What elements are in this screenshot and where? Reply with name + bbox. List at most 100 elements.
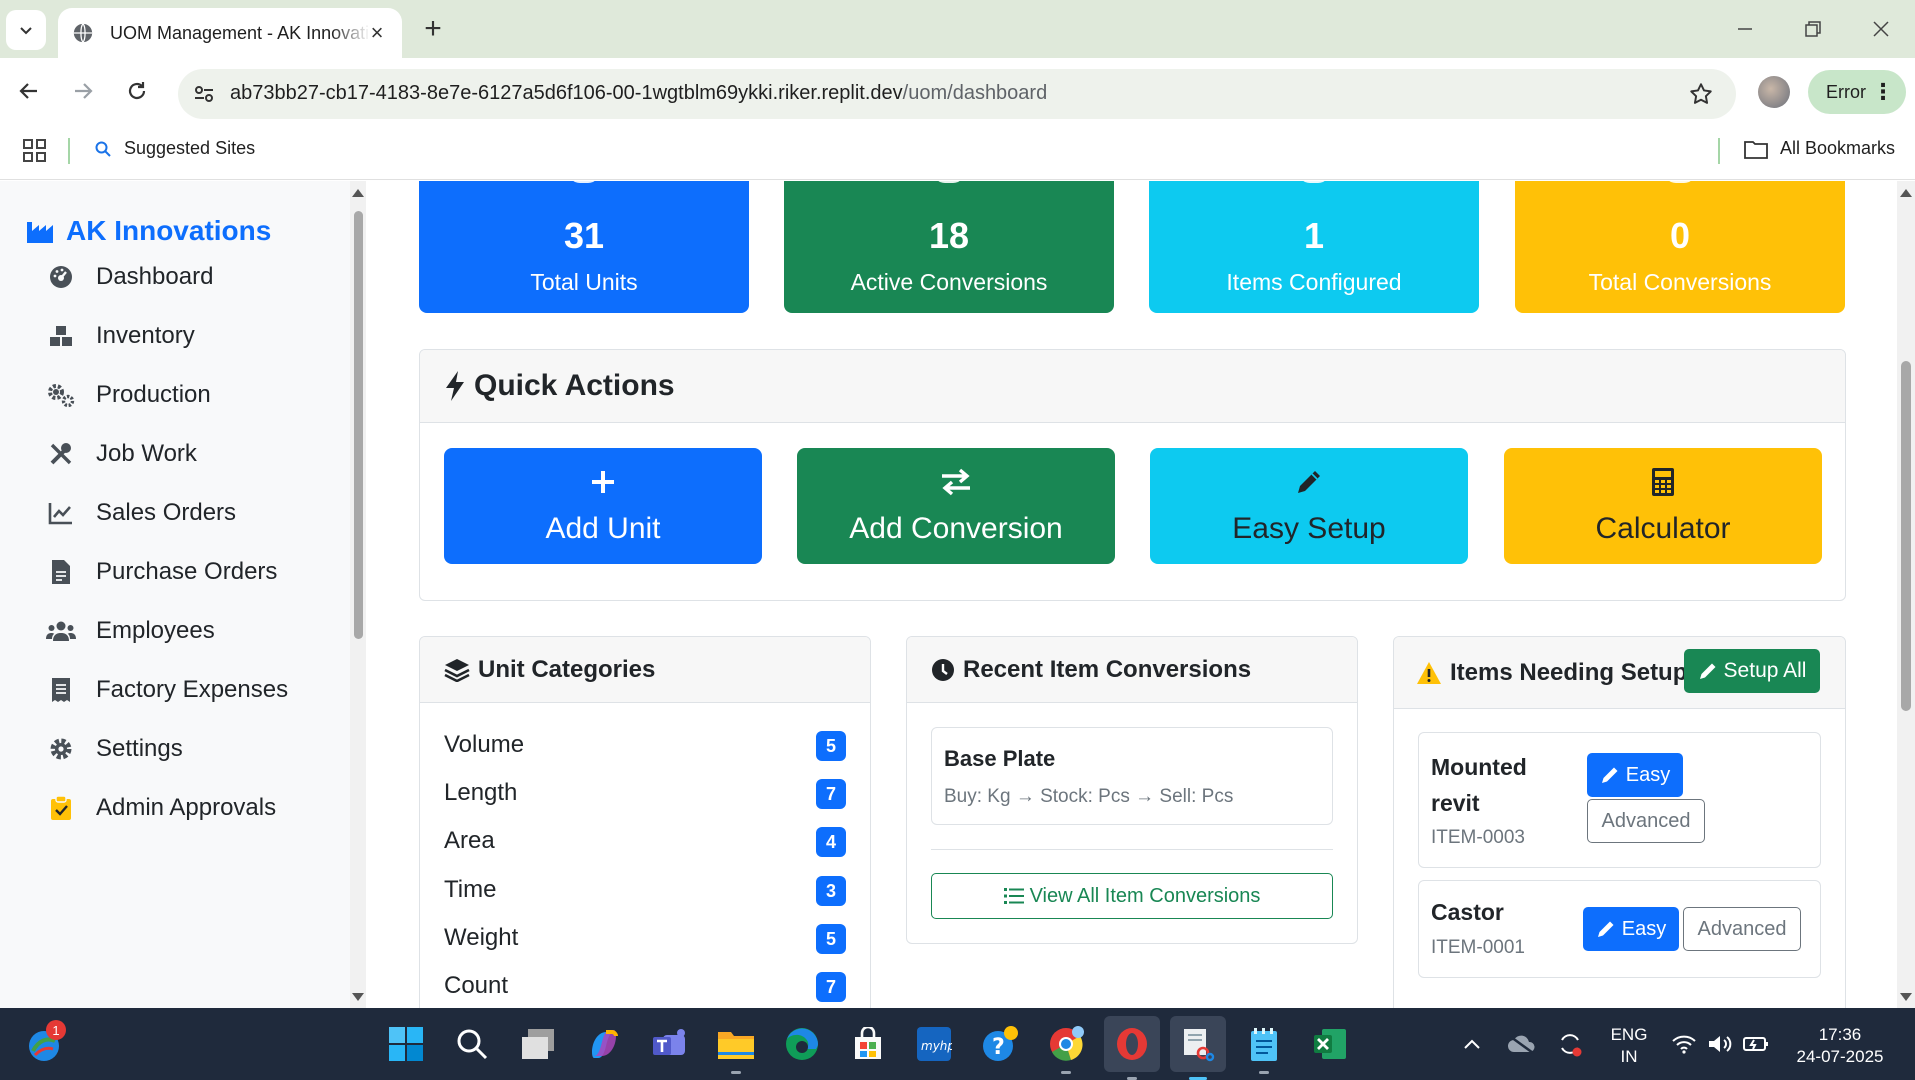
reload-icon[interactable] [120, 74, 154, 108]
new-tab-icon[interactable]: + [418, 14, 448, 44]
minimize-icon[interactable] [1730, 14, 1760, 44]
restore-icon[interactable] [1798, 14, 1828, 44]
snipping-tool-icon[interactable] [1170, 1016, 1226, 1080]
sidebar-scroll-thumb[interactable] [354, 211, 363, 639]
category-row[interactable]: Weight 5 [444, 924, 846, 954]
stat-value: 31 [563, 215, 605, 256]
tab-close-icon[interactable]: × [366, 20, 388, 45]
category-row[interactable]: Time 3 [444, 876, 846, 906]
calculator-button[interactable]: Calculator [1504, 448, 1822, 564]
volume-icon[interactable] [1702, 1022, 1738, 1066]
edge-icon[interactable] [780, 1022, 824, 1066]
category-row[interactable]: Volume 5 [444, 731, 846, 761]
bookmarks-bar: Suggested Sites All Bookmarks [0, 124, 1915, 180]
unit-categories-card: Unit Categories Volume 5 Length 7 Area 4 Ti… [419, 636, 871, 1008]
sidebar-item-production[interactable]: Production [46, 375, 211, 415]
windows-start-icon[interactable] [384, 1022, 428, 1066]
view-all-conversions-button[interactable]: View All Item Conversions [931, 873, 1333, 919]
taskbar-search-icon[interactable] [450, 1022, 494, 1066]
site-settings-icon[interactable] [192, 82, 216, 106]
setup-item: Mounted revit ITEM-0003 Easy Advanced [1418, 732, 1821, 868]
microsoft-store-icon[interactable] [846, 1022, 890, 1066]
globe-icon [73, 23, 93, 43]
setup-all-button[interactable]: Setup All [1684, 649, 1820, 693]
opera-icon[interactable] [1104, 1016, 1160, 1080]
sidebar-item-inventory[interactable]: Inventory [46, 316, 195, 356]
menu-dots-icon[interactable]: ⋮ [1872, 79, 1894, 105]
stat-value: 18 [928, 215, 970, 256]
category-row[interactable]: Count 7 [444, 972, 846, 1002]
apps-grid-icon[interactable] [22, 138, 48, 164]
bookmark-suggested-sites[interactable]: Suggested Sites [94, 138, 255, 159]
copilot-icon[interactable] [582, 1022, 626, 1066]
help-icon[interactable]: ? [978, 1022, 1022, 1066]
sync-icon[interactable] [1552, 1022, 1588, 1066]
task-view-icon[interactable] [516, 1022, 560, 1066]
easy-setup-button[interactable]: Easy Setup [1150, 448, 1468, 564]
category-row[interactable]: Length 7 [444, 779, 846, 809]
pencil-icon [1597, 921, 1614, 937]
main-scrollbar[interactable] [1897, 181, 1915, 1008]
sidebar-item-purchase-orders[interactable]: Purchase Orders [46, 552, 277, 592]
main-scroll-thumb[interactable] [1901, 361, 1911, 711]
wifi-icon[interactable] [1666, 1022, 1702, 1066]
teams-icon[interactable] [648, 1022, 692, 1066]
brand-logo[interactable]: AK Innovations [26, 215, 271, 247]
browser-toolbar: ab73bb27-cb17-4183-8e7e-6127a5d6f106-00-… [0, 58, 1915, 124]
weather-widget-icon[interactable]: 1 [22, 1020, 66, 1068]
back-icon[interactable] [12, 74, 46, 108]
conversion-item[interactable]: Base Plate Buy: Kg → Stock: Pcs → Sell: … [931, 727, 1333, 825]
browser-tab-active[interactable]: UOM Management - AK Innovations × [58, 8, 402, 58]
scroll-up-arrow[interactable] [352, 189, 364, 197]
chart-line-icon [46, 498, 76, 528]
bookmark-all-bookmarks[interactable]: All Bookmarks [1744, 138, 1895, 159]
industry-icon [27, 222, 53, 243]
address-bar[interactable]: ab73bb27-cb17-4183-8e7e-6127a5d6f106-00-… [178, 69, 1736, 119]
language-indicator[interactable]: ENG IN [1604, 1024, 1654, 1068]
myhp-icon[interactable]: myhp [912, 1022, 956, 1066]
sidebar-item-factory-expenses[interactable]: Factory Expenses [46, 670, 288, 710]
scroll-down-arrow[interactable] [352, 993, 364, 1001]
bookmark-star-icon[interactable] [1688, 81, 1714, 107]
chrome-icon[interactable] [1044, 1022, 1088, 1074]
url-text: ab73bb27-cb17-4183-8e7e-6127a5d6f106-00-… [230, 82, 1048, 104]
stat-label: Active Conversions [850, 269, 1048, 295]
advanced-setup-item-button[interactable]: Advanced [1587, 799, 1705, 843]
onedrive-icon[interactable] [1504, 1022, 1540, 1066]
close-window-icon[interactable] [1866, 14, 1896, 44]
excel-icon[interactable] [1308, 1022, 1352, 1066]
main-content: 31 Total Units 18 Active Conversions 1 I… [366, 181, 1898, 1008]
warning-icon [1417, 661, 1441, 684]
cogs-icon [46, 380, 76, 410]
file-explorer-icon[interactable] [714, 1022, 758, 1074]
sidebar-item-employees[interactable]: Employees [46, 611, 215, 651]
add-conversion-button[interactable]: Add Conversion [797, 448, 1115, 564]
tab-search-button[interactable] [6, 10, 46, 50]
easy-setup-item-button[interactable]: Easy [1587, 753, 1683, 797]
sidebar-item-dashboard[interactable]: Dashboard [46, 257, 213, 297]
sidebar-item-sales-orders[interactable]: Sales Orders [46, 493, 236, 533]
setup-item: Castor ITEM-0001 Easy Advanced [1418, 880, 1821, 978]
scroll-down-arrow[interactable] [1900, 993, 1912, 1001]
category-row[interactable]: Area 4 [444, 827, 846, 857]
advanced-setup-item-button[interactable]: Advanced [1683, 907, 1801, 951]
sidebar-item-admin-approvals[interactable]: Admin Approvals [46, 788, 276, 828]
battery-icon[interactable] [1738, 1022, 1774, 1066]
chevron-up-icon[interactable] [1454, 1022, 1490, 1066]
running-indicator [1061, 1071, 1071, 1074]
sidebar-scrollbar[interactable] [350, 181, 366, 1008]
clock[interactable]: 17:36 24-07-2025 [1790, 1024, 1890, 1068]
sidebar-item-settings[interactable]: Settings [46, 729, 183, 769]
scroll-up-arrow[interactable] [1900, 189, 1912, 197]
count-badge: 7 [816, 779, 846, 809]
notepad-icon[interactable] [1242, 1022, 1286, 1074]
profile-error-button[interactable]: Error ⋮ [1808, 70, 1906, 114]
sidebar-item-job-work[interactable]: Job Work [46, 434, 197, 474]
notification-badge: 1 [46, 1020, 66, 1040]
forward-icon[interactable] [66, 74, 100, 108]
dashboard-icon [46, 262, 76, 292]
add-unit-button[interactable]: Add Unit [444, 448, 762, 564]
stat-label: Total Conversions [1588, 269, 1772, 295]
easy-setup-item-button[interactable]: Easy [1583, 907, 1679, 951]
profile-avatar[interactable] [1758, 76, 1790, 108]
